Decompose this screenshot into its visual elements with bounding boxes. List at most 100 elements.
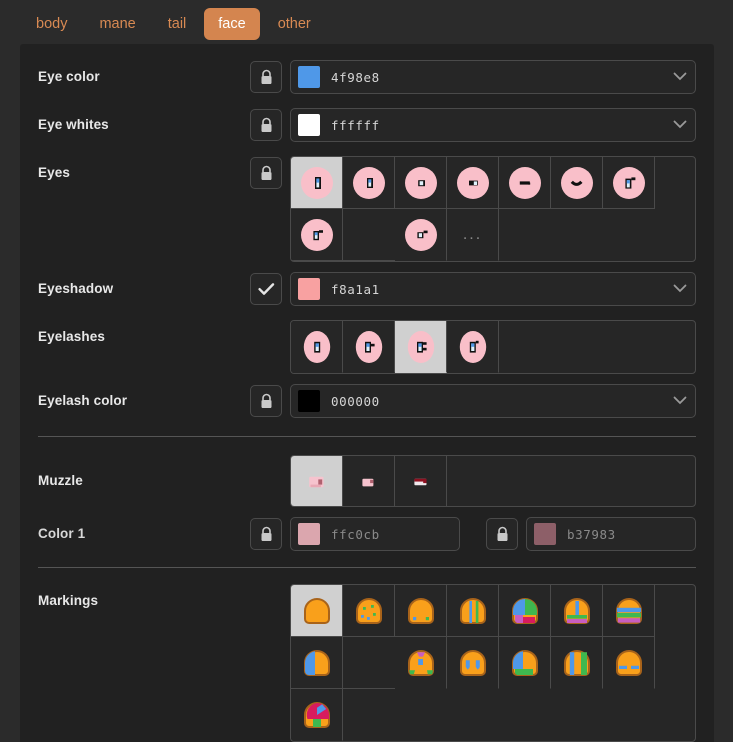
tab-face[interactable]: face (204, 7, 260, 41)
face-options-panel: Eye color 4f98e8 Eye whites ffffff Eyes … (20, 44, 714, 742)
eyelash-color-value: 000000 (331, 393, 380, 409)
markings-option-13[interactable] (603, 637, 655, 689)
eyelashes-option-1[interactable] (291, 321, 343, 373)
muzzle-grid-filler (447, 456, 499, 506)
muzzle-color1-left-lock-button[interactable] (250, 518, 282, 550)
eyes-lock-button[interactable] (250, 157, 282, 189)
muzzle-option-3[interactable] (395, 456, 447, 506)
lock-icon (497, 526, 507, 541)
lock-icon (261, 117, 271, 132)
row-muzzle: Muzzle (38, 453, 696, 507)
muzzle-color1-left-value: ffc0cb (331, 526, 380, 542)
eyelashes-option-3[interactable] (395, 321, 447, 373)
eye-color-field[interactable]: 4f98e8 (290, 60, 696, 94)
markings-option-1[interactable] (291, 585, 343, 637)
muzzle-option-2[interactable] (343, 456, 395, 506)
label-eye-color: Eye color (38, 69, 100, 84)
markings-option-8[interactable] (291, 637, 343, 689)
markings-option-5[interactable] (499, 585, 551, 637)
chevron-down-icon[interactable] (673, 280, 687, 298)
eyelashes-grid (290, 320, 696, 374)
eyes-more-button[interactable]: ... (447, 209, 499, 261)
tab-mane[interactable]: mane (85, 8, 149, 41)
eyes-grid-filler-2 (499, 209, 551, 261)
eye-whites-swatch (298, 114, 320, 136)
eyes-grid-filler (343, 209, 395, 261)
eyes-option-2[interactable] (343, 157, 395, 209)
muzzle-color1-fields: ffc0cb b37983 (250, 515, 696, 551)
chevron-down-icon[interactable] (673, 116, 687, 134)
eye-color-value: 4f98e8 (331, 69, 380, 85)
markings-option-9[interactable] (395, 637, 447, 689)
lock-icon (261, 69, 271, 84)
label-eyelash-color: Eyelash color (38, 393, 128, 408)
muzzle-option-1[interactable] (291, 456, 343, 506)
row-markings: Markings (38, 582, 696, 742)
muzzle-color1-right-lock-button[interactable] (486, 518, 518, 550)
eyeshadow-color-value: f8a1a1 (331, 281, 380, 297)
eyes-option-1[interactable] (291, 157, 343, 209)
eyes-option-4[interactable] (447, 157, 499, 209)
eye-whites-value: ffffff (331, 117, 380, 133)
eyeshadow-color-field[interactable]: f8a1a1 (290, 272, 696, 306)
lock-icon (261, 393, 271, 408)
markings-option-12[interactable] (551, 637, 603, 689)
label-muzzle-color1: Color 1 (38, 526, 86, 541)
row-eye-color: Eye color 4f98e8 (38, 58, 696, 98)
markings-option-2[interactable] (343, 585, 395, 637)
eyes-grid: ... (290, 156, 696, 262)
eyes-option-5[interactable] (499, 157, 551, 209)
lock-icon (261, 526, 271, 541)
muzzle-color1-right-swatch (534, 523, 556, 545)
markings-option-10[interactable] (447, 637, 499, 689)
eyelash-color-swatch (298, 390, 320, 412)
eye-whites-lock-button[interactable] (250, 109, 282, 141)
tab-tail[interactable]: tail (154, 8, 201, 41)
markings-option-11[interactable] (499, 637, 551, 689)
muzzle-grid (290, 455, 696, 507)
markings-grid-filler-2 (343, 689, 395, 741)
eyes-option-3[interactable] (395, 157, 447, 209)
eyelashes-option-2[interactable] (343, 321, 395, 373)
eye-whites-field[interactable]: ffffff (290, 108, 696, 142)
eye-color-lock-button[interactable] (250, 61, 282, 93)
muzzle-color1-left-swatch (298, 523, 320, 545)
markings-option-7[interactable] (603, 585, 655, 637)
muzzle-color1-right-field[interactable]: b37983 (526, 517, 696, 551)
row-eyeshadow: Eyeshadow f8a1a1 (38, 270, 696, 310)
markings-option-14[interactable] (291, 689, 343, 741)
label-eyelashes: Eyelashes (38, 329, 105, 344)
eyeshadow-check-button[interactable] (250, 273, 282, 305)
muzzle-color1-right-value: b37983 (567, 526, 616, 542)
eyelash-color-lock-button[interactable] (250, 385, 282, 417)
section-divider-markings (38, 567, 696, 568)
row-eyelashes: Eyelashes (38, 318, 696, 374)
chevron-down-icon[interactable] (673, 392, 687, 410)
row-eye-whites: Eye whites ffffff (38, 106, 696, 146)
label-eyeshadow: Eyeshadow (38, 281, 114, 296)
markings-option-4[interactable] (447, 585, 499, 637)
lock-icon (261, 165, 271, 180)
eyes-option-8[interactable] (291, 209, 343, 261)
tab-other[interactable]: other (264, 8, 325, 41)
label-eye-whites: Eye whites (38, 117, 109, 132)
tab-bar: body mane tail face other (0, 0, 733, 48)
label-markings: Markings (38, 593, 99, 608)
eyelash-color-field[interactable]: 000000 (290, 384, 696, 418)
eyes-option-6[interactable] (551, 157, 603, 209)
markings-option-3[interactable] (395, 585, 447, 637)
markings-option-6[interactable] (551, 585, 603, 637)
label-eyes: Eyes (38, 165, 70, 180)
muzzle-color1-left-field[interactable]: ffc0cb (290, 517, 460, 551)
section-divider-muzzle (38, 436, 696, 437)
tab-body[interactable]: body (22, 8, 81, 41)
eyelashes-option-4[interactable] (447, 321, 499, 373)
eyes-option-9[interactable] (395, 209, 447, 261)
eye-color-swatch (298, 66, 320, 88)
markings-grid-filler (343, 637, 395, 689)
markings-grid (290, 584, 696, 742)
eyelashes-grid-filler (499, 321, 551, 373)
label-muzzle: Muzzle (38, 473, 83, 488)
eyes-option-7[interactable] (603, 157, 655, 209)
chevron-down-icon[interactable] (673, 68, 687, 86)
